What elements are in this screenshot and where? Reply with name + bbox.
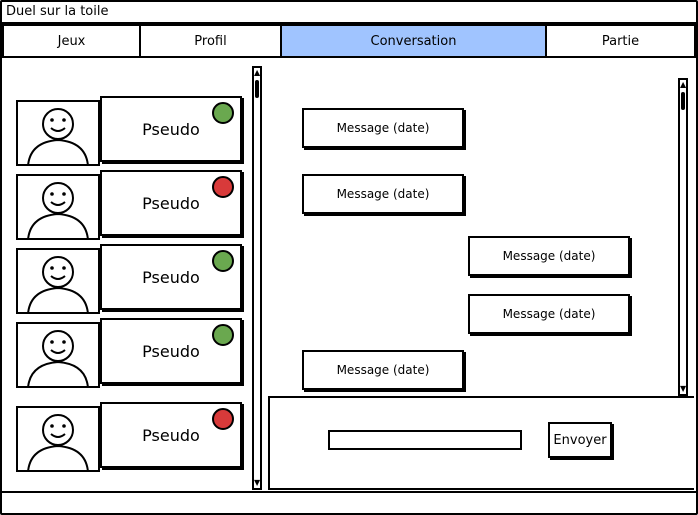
message-text: Message (date): [336, 363, 430, 377]
message-composer: Envoyer: [268, 396, 694, 490]
smiley-avatar-icon: [16, 248, 100, 314]
conversation-scrollbar[interactable]: ▲ ▼: [678, 78, 688, 396]
contact-card[interactable]: Pseudo: [100, 402, 242, 468]
contact-card[interactable]: Pseudo: [100, 170, 242, 236]
message-text: Message (date): [502, 307, 596, 321]
tab-jeux[interactable]: Jeux: [2, 24, 141, 58]
contact-card[interactable]: Pseudo: [100, 318, 242, 384]
smiley-avatar-icon: [16, 322, 100, 388]
scroll-thumb[interactable]: [255, 80, 259, 98]
message-text: Message (date): [502, 249, 596, 263]
tab-label: Partie: [601, 33, 640, 49]
contacts-scrollbar[interactable]: ▲ ▼: [252, 66, 262, 490]
contacts-panel: Pseudo Pseudo Pseudo Pseudo Pseudo ▲ ▼: [4, 66, 262, 490]
arrow-down-icon[interactable]: ▼: [254, 478, 260, 488]
message-bubble: Message (date): [468, 294, 630, 334]
title-bar: Duel sur la toile: [2, 2, 696, 24]
status-dot-icon: [212, 324, 234, 346]
smiley-avatar-icon: [16, 174, 100, 240]
contact-name: Pseudo: [142, 267, 200, 287]
tab-label: Jeux: [57, 33, 86, 49]
contact-name: Pseudo: [142, 193, 200, 213]
tab-profil[interactable]: Profil: [139, 24, 282, 58]
smiley-avatar-icon: [16, 406, 100, 472]
window-title: Duel sur la toile: [6, 4, 109, 19]
tab-label: Profil: [194, 33, 227, 49]
tab-label: Conversation: [370, 33, 457, 49]
contact-card[interactable]: Pseudo: [100, 244, 242, 310]
smiley-avatar-icon: [16, 100, 100, 166]
contact-item[interactable]: Pseudo: [16, 170, 244, 240]
contact-name: Pseudo: [142, 341, 200, 361]
message-bubble: Message (date): [302, 174, 464, 214]
message-input[interactable]: [328, 430, 522, 450]
arrow-down-icon[interactable]: ▼: [680, 384, 686, 394]
contact-name: Pseudo: [142, 119, 200, 139]
message-text: Message (date): [336, 187, 430, 201]
status-dot-icon: [212, 176, 234, 198]
message-text: Message (date): [336, 121, 430, 135]
send-button[interactable]: Envoyer: [548, 422, 612, 458]
tab-conversation[interactable]: Conversation: [280, 24, 547, 58]
status-dot-icon: [212, 408, 234, 430]
message-bubble: Message (date): [302, 350, 464, 390]
contact-item[interactable]: Pseudo: [16, 402, 244, 472]
tab-partie[interactable]: Partie: [545, 24, 696, 58]
status-dot-icon: [212, 250, 234, 272]
status-dot-icon: [212, 102, 234, 124]
status-bar: [2, 491, 696, 493]
contact-item[interactable]: Pseudo: [16, 96, 244, 166]
arrow-up-icon[interactable]: ▲: [680, 80, 686, 90]
message-bubble: Message (date): [302, 108, 464, 148]
contact-item[interactable]: Pseudo: [16, 318, 244, 388]
conversation-panel: Message (date) Message (date) Message (dat…: [268, 66, 696, 396]
scroll-thumb[interactable]: [681, 92, 685, 110]
contact-item[interactable]: Pseudo: [16, 244, 244, 314]
arrow-up-icon[interactable]: ▲: [254, 68, 260, 78]
tab-bar: Jeux Profil Conversation Partie: [2, 24, 696, 60]
message-bubble: Message (date): [468, 236, 630, 276]
send-label: Envoyer: [553, 432, 607, 448]
contact-card[interactable]: Pseudo: [100, 96, 242, 162]
contact-name: Pseudo: [142, 425, 200, 445]
